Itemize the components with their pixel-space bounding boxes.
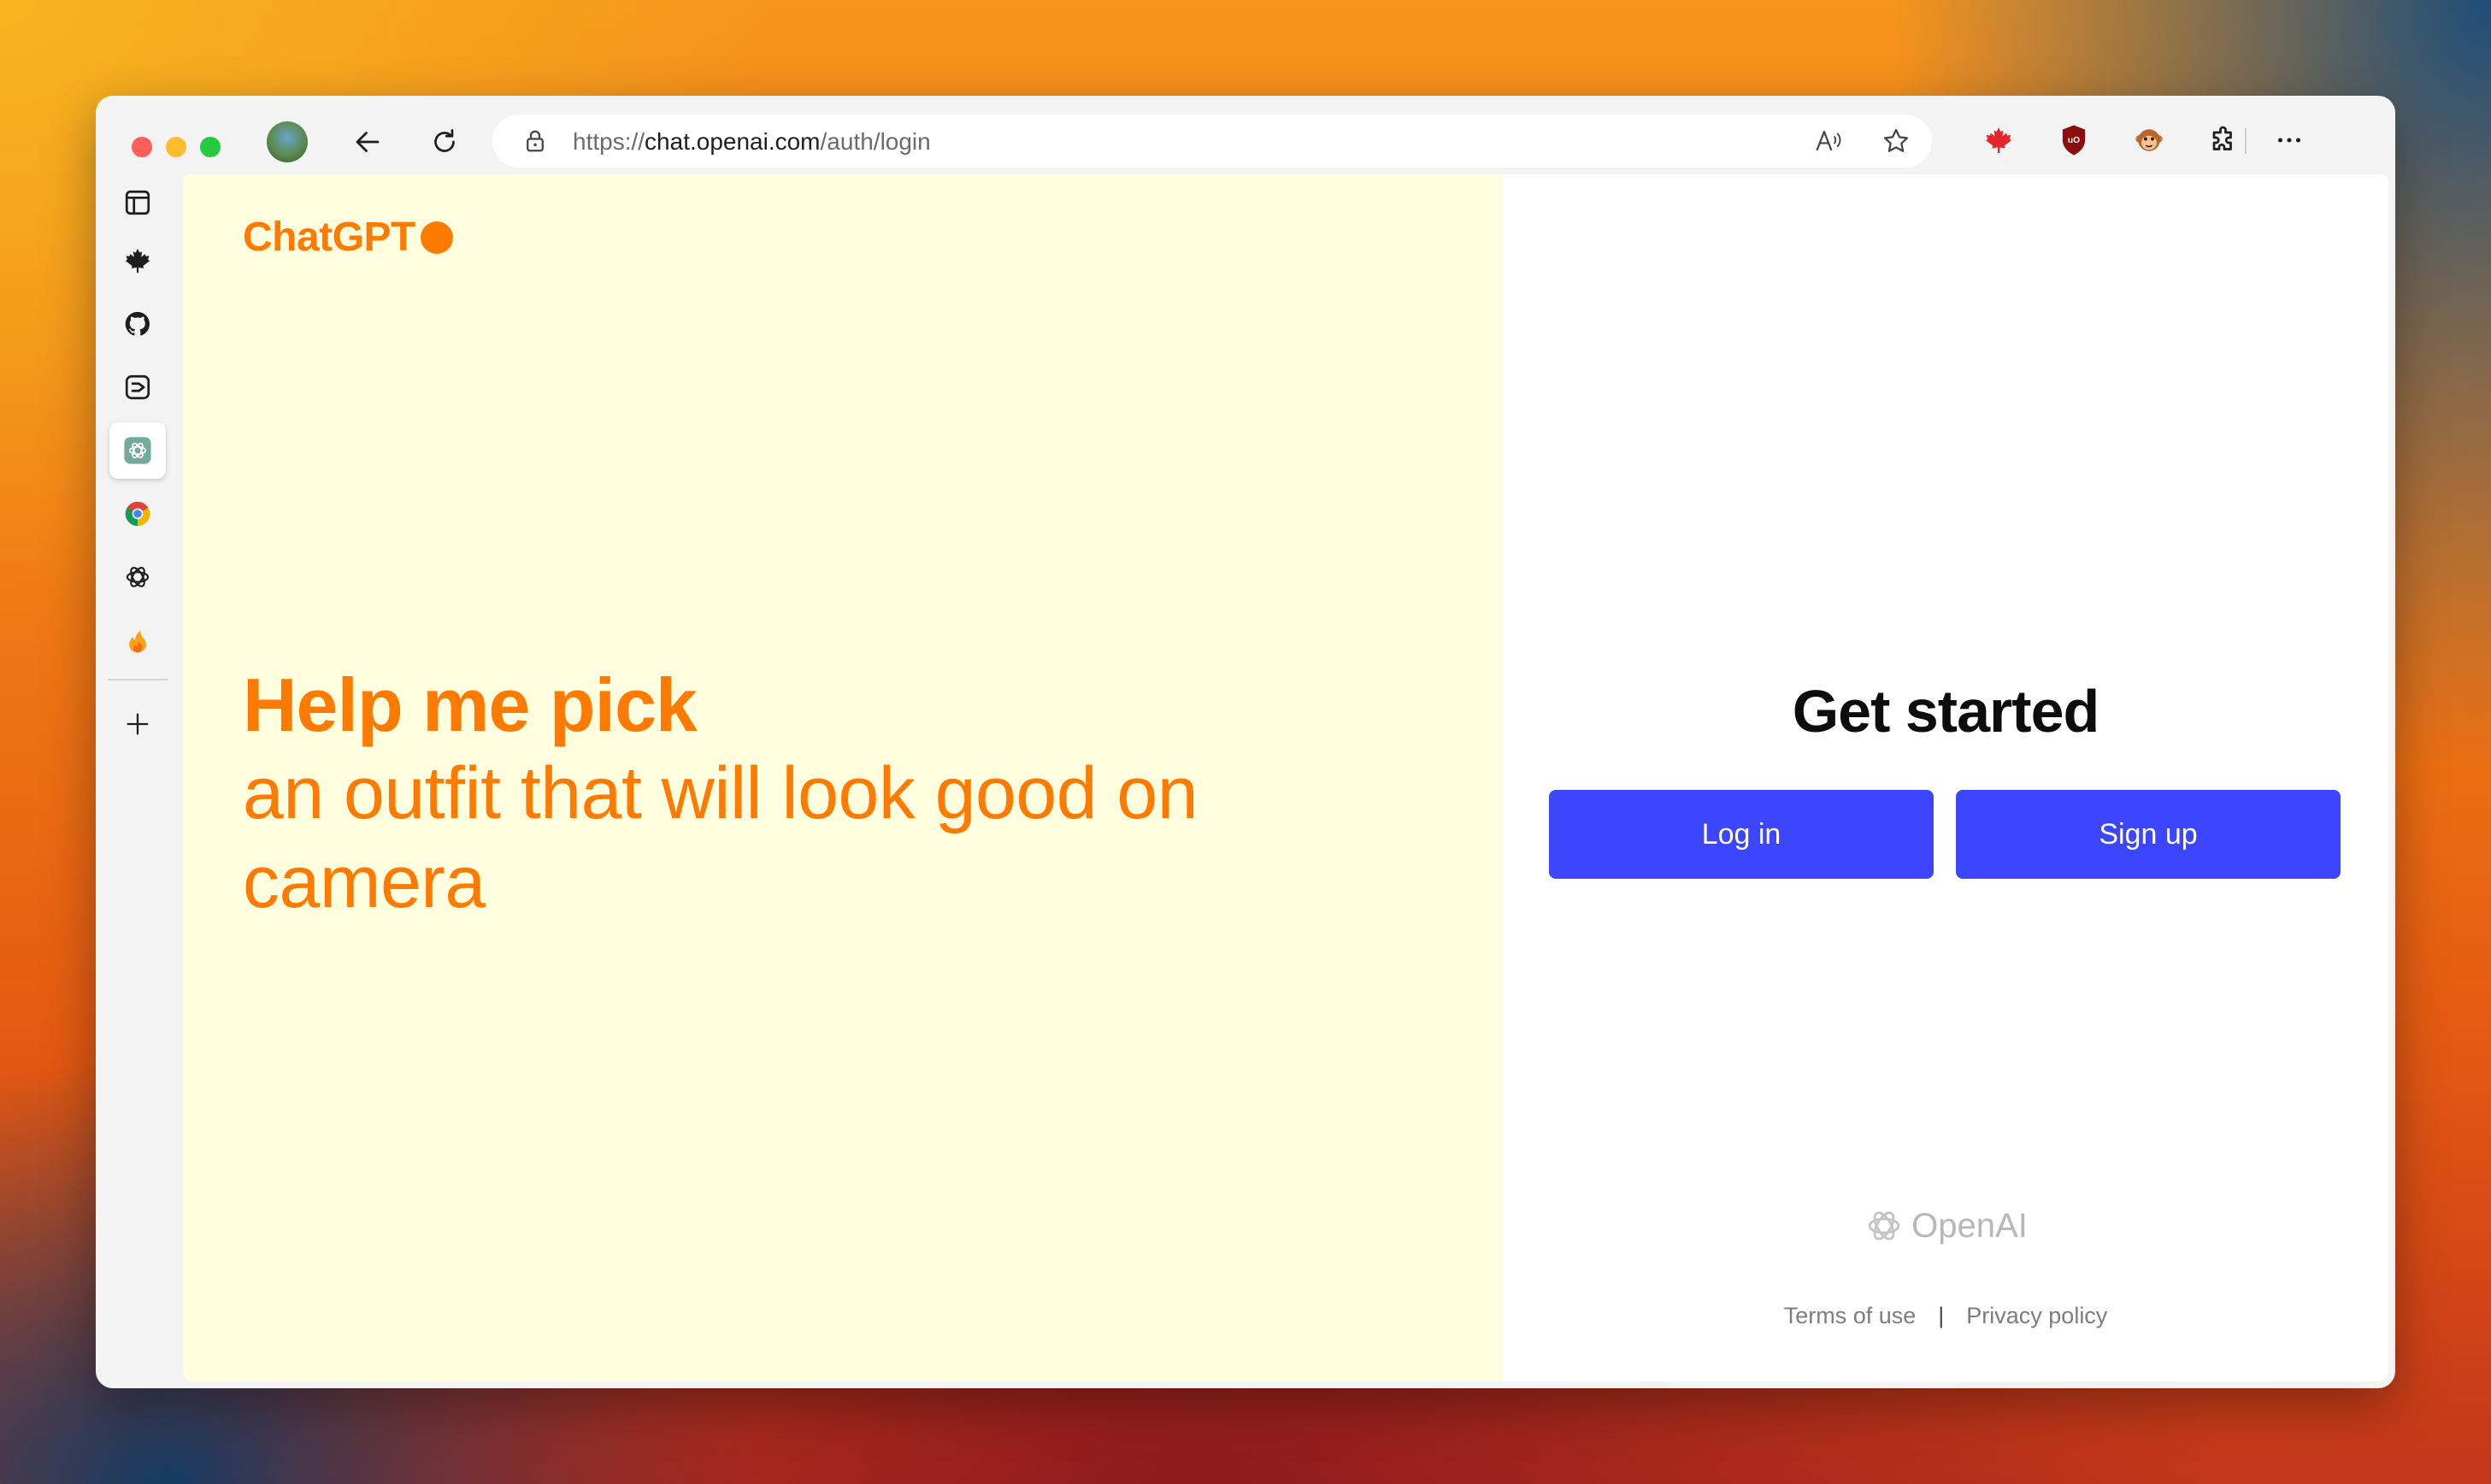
ellipsis-icon xyxy=(2277,138,2301,143)
hero-subtext: an outfit that will look good on camera xyxy=(243,752,1198,923)
sidebar-item-chatgpt[interactable] xyxy=(109,422,166,479)
canada-extension-button[interactable] xyxy=(1980,121,2017,159)
openai-icon xyxy=(126,567,150,587)
auth-pane: Get started Log in Sign up OpenAI Terms … xyxy=(1503,174,2388,1381)
favorite-star-icon[interactable] xyxy=(1881,126,1911,156)
sidebar-item-tabs[interactable] xyxy=(109,174,166,231)
hero-heading: Help me pick xyxy=(243,662,698,747)
sidebar-item-chrome[interactable] xyxy=(109,486,166,542)
address-url: https://chat.openai.com/auth/login xyxy=(573,128,931,155)
tampermonkey-extension-button[interactable] xyxy=(2130,121,2168,159)
extensions-button[interactable] xyxy=(2205,121,2243,159)
sidebar-item-fire[interactable] xyxy=(109,612,166,668)
privacy-policy-link[interactable]: Privacy policy xyxy=(1966,1303,2107,1329)
brand-name: ChatGPT xyxy=(243,215,415,260)
more-options-button[interactable] xyxy=(2270,121,2308,159)
back-button[interactable] xyxy=(349,123,386,161)
maple-leaf-red-icon xyxy=(1986,127,2011,153)
ublock-shield-icon: uO xyxy=(2062,125,2086,156)
tabs-panel-icon xyxy=(125,190,150,215)
maximize-window-button[interactable] xyxy=(200,137,221,157)
browser-window: https://chat.openai.com/auth/login uO Ch… xyxy=(96,96,2395,1388)
openai-wordmark: OpenAI xyxy=(1911,1206,2028,1245)
sidebar-item-deepl[interactable] xyxy=(109,359,166,415)
left-hero-pane: ChatGPT Help me pick an outfit that will… xyxy=(183,174,1503,1381)
toolbar-divider xyxy=(2245,128,2247,154)
sidebar-item-maple[interactable] xyxy=(109,233,166,289)
svg-text:uO: uO xyxy=(2068,136,2080,145)
chatgpt-icon xyxy=(124,437,151,464)
github-icon xyxy=(125,311,150,336)
browser-toolbar: https://chat.openai.com/auth/login uO xyxy=(96,96,2395,174)
monkey-face-icon xyxy=(2135,129,2163,151)
sign-up-button[interactable]: Sign up xyxy=(1956,790,2341,879)
lock-icon[interactable] xyxy=(520,126,551,156)
log-in-button[interactable]: Log in xyxy=(1549,790,1934,879)
ublock-extension-button[interactable]: uO xyxy=(2055,121,2093,159)
footer-separator: | xyxy=(1938,1303,1945,1328)
web-page: ChatGPT Help me pick an outfit that will… xyxy=(183,174,2388,1381)
brand-dot-icon xyxy=(420,221,453,254)
reload-button[interactable] xyxy=(426,123,463,161)
openai-logo-icon xyxy=(1868,1211,1900,1240)
close-window-button[interactable] xyxy=(132,137,152,157)
sidebar-item-openai[interactable] xyxy=(109,549,166,605)
openai-footer-logo: OpenAI xyxy=(1503,1205,2388,1246)
chatgpt-brand: ChatGPT xyxy=(243,214,453,261)
terms-of-use-link[interactable]: Terms of use xyxy=(1784,1303,1917,1329)
profile-avatar[interactable] xyxy=(267,121,308,162)
back-arrow-icon xyxy=(356,132,380,152)
fire-icon xyxy=(129,630,146,653)
puzzle-icon xyxy=(2212,126,2232,150)
footer-links: Terms of use | Privacy policy xyxy=(1503,1303,2388,1329)
reload-icon xyxy=(434,129,455,152)
plus-icon xyxy=(127,713,149,735)
vertical-sidebar xyxy=(96,174,183,1388)
deepl-icon xyxy=(125,374,150,400)
sidebar-divider xyxy=(108,679,168,680)
minimize-window-button[interactable] xyxy=(166,137,186,157)
sidebar-item-github[interactable] xyxy=(109,296,166,352)
sidebar-add-button[interactable] xyxy=(109,696,166,752)
address-bar[interactable]: https://chat.openai.com/auth/login xyxy=(492,115,1932,168)
chrome-color-icon xyxy=(125,501,150,527)
read-aloud-icon[interactable] xyxy=(1814,126,1845,156)
get-started-heading: Get started xyxy=(1792,678,2100,745)
maple-leaf-icon xyxy=(125,248,150,274)
